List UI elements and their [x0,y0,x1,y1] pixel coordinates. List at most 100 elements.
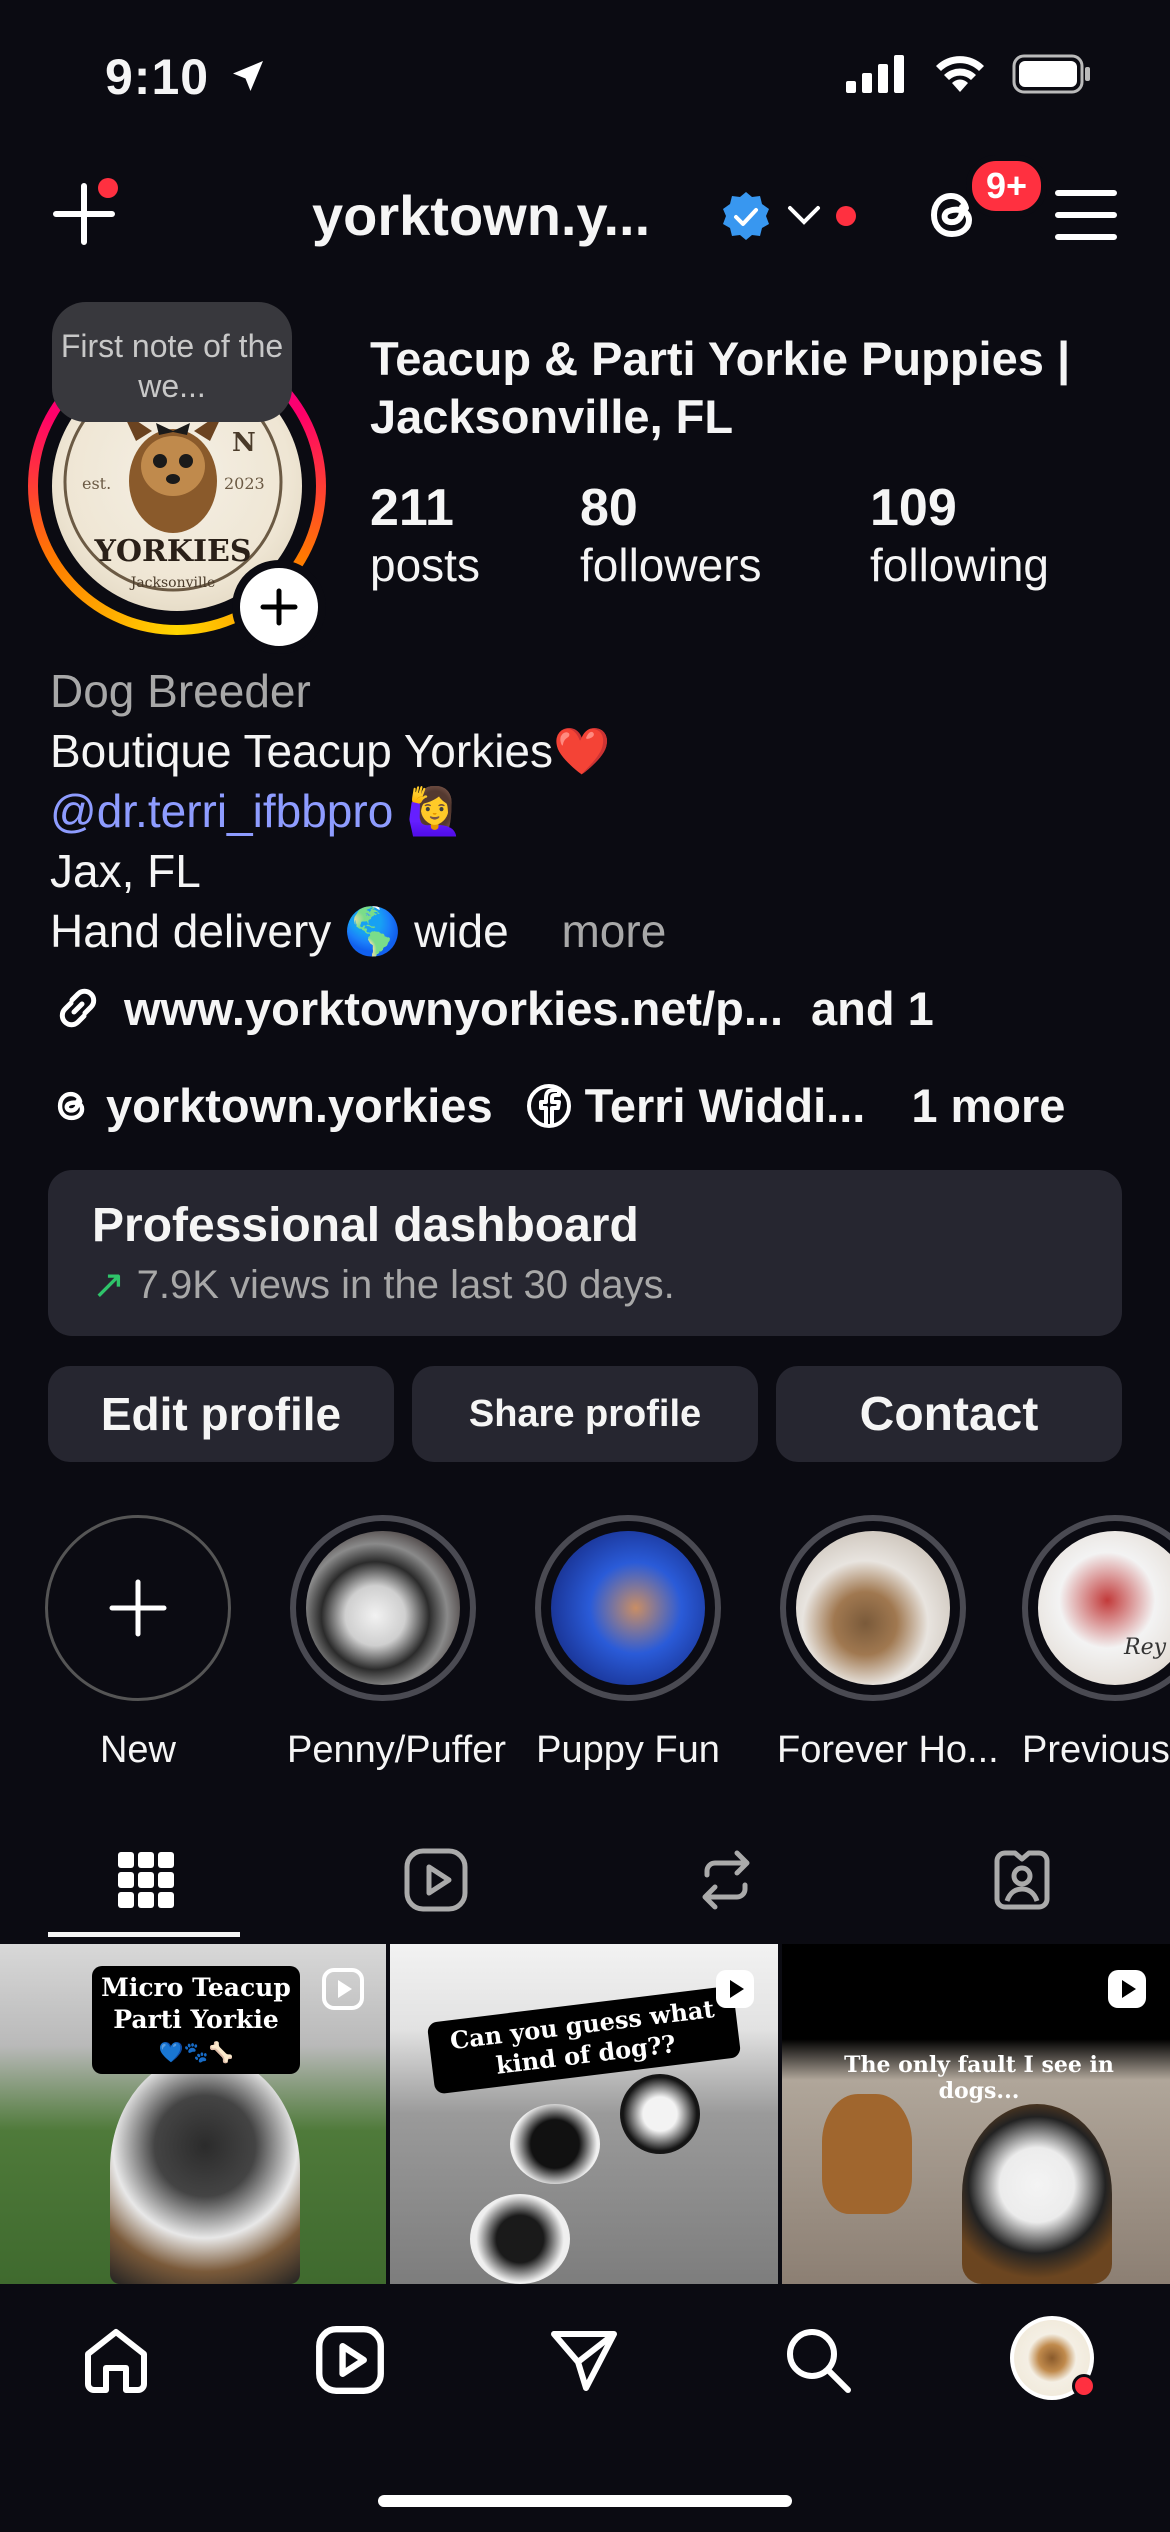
nav-messages[interactable] [544,2320,624,2400]
website-link-row[interactable]: www.yorktownyorkies.net/p... and 1 [50,980,934,1036]
svg-text:YORKIES: YORKIES [93,534,251,569]
highlight-label: Puppy Fun [536,1729,720,1771]
bio-line-4: Hand delivery 🌎 wide [50,905,509,957]
post-caption: The only fault I see in dogs... [844,2052,1114,2104]
post-thumbnail[interactable]: Micro Teacup Parti Yorkie 💙🐾🦴 [0,1944,386,2284]
location-arrow-icon [232,61,263,91]
reel-indicator-icon [716,1970,754,2008]
tab-reposts[interactable] [686,1840,766,1920]
highlight-thumbnail: Rey [1038,1531,1170,1685]
threads-link[interactable]: yorktown.yorkies [50,1078,493,1133]
battery-icon [1012,54,1090,94]
highlight-thumbnail [796,1531,950,1685]
highlight-circle [535,1515,721,1701]
display-name: Teacup & Parti Yorkie Puppies | Jacksonv… [370,332,1071,443]
home-indicator[interactable] [378,2495,792,2507]
social-more[interactable]: 1 more [911,1078,1065,1133]
cellular-signal-icon [846,55,904,93]
contact-button[interactable]: Contact [776,1366,1122,1462]
reel-indicator-icon [1108,1970,1146,2008]
puppy-photo [962,2104,1112,2284]
professional-dashboard[interactable]: Professional dashboard ↗ 7.9K views in t… [48,1170,1122,1336]
bio-line-3: Jax, FL [50,845,201,897]
nav-reels[interactable] [310,2320,390,2400]
stat-following[interactable]: 109 following [870,478,1049,592]
bio-mention-emoji: 🙋‍♀️ [406,785,464,837]
post-caption: Micro Teacup Parti Yorkie 💙🐾🦴 [92,1966,300,2074]
svg-text:N: N [232,428,256,458]
dashboard-subtitle: 7.9K views in the last 30 days. [136,1263,675,1307]
dashboard-title: Professional dashboard [92,1199,639,1252]
nav-profile[interactable] [1010,2316,1096,2400]
teddy-bear-photo [822,2094,912,2214]
bio-mention-line: @dr.terri_ifbbpro 🙋‍♀️ [50,784,463,839]
profile-notification-dot [1072,2374,1096,2398]
highlight-label: New [99,1729,177,1771]
nav-search[interactable] [778,2320,858,2400]
stat-posts-value: 211 [370,479,454,537]
threads-handle: yorktown.yorkies [106,1079,493,1132]
facebook-link[interactable]: Terri Widdi... [525,1078,866,1133]
stat-posts[interactable]: 211 posts [370,478,480,592]
bio-mention-link[interactable]: @dr.terri_ifbbpro [50,785,393,837]
highlight-new-circle [45,1515,231,1701]
highlight-label: Previous [1022,1729,1170,1771]
active-tab-indicator [48,1932,240,1937]
share-profile-button[interactable]: Share profile [412,1366,758,1462]
account-notification-dot [836,206,856,226]
grid-icon [118,1852,174,1908]
create-notification-dot [98,178,118,198]
highlight-new[interactable]: New [42,1515,234,1772]
stat-following-value: 109 [870,479,957,537]
post-thumbnail[interactable]: The only fault I see in dogs... [782,1944,1170,2284]
chevron-down-icon[interactable] [786,204,822,228]
add-story-button[interactable] [232,560,326,654]
bio-more-button[interactable]: more [561,905,666,957]
status-time: 9:10 [105,48,268,106]
website-and-more: and 1 [811,981,934,1035]
highlight-previous[interactable]: Rey Previous [1022,1515,1170,1772]
website-url: www.yorktownyorkies.net/p... [124,981,784,1035]
nav-home[interactable] [76,2320,156,2400]
post-caption-emoji: 💙🐾🦴 [158,2040,234,2064]
highlight-thumbnail [551,1531,705,1685]
highlight-forever-home[interactable]: Forever Ho... [777,1515,999,1772]
wifi-icon [936,56,984,92]
dog-photo [110,2054,300,2284]
highlight-circle: Rey [1022,1515,1170,1701]
highlight-penny-puffer[interactable]: Penny/Puffer [287,1515,507,1772]
highlight-thumbnail-text: Rey [1124,1635,1167,1660]
facebook-name: Terri Widdi... [584,1079,866,1132]
threads-icon [57,1091,85,1120]
account-switcher[interactable]: yorktown.y... [312,183,650,248]
menu-button[interactable] [1054,188,1118,247]
svg-text:Jacksonville: Jacksonville [129,575,216,591]
threads-badge: 9+ [966,155,1048,217]
tab-reels[interactable] [396,1840,476,1920]
highlight-circle [780,1515,966,1701]
tab-posts[interactable] [106,1840,186,1920]
post-thumbnail[interactable]: Can you guess what kind of dog?? [390,1944,778,2284]
bio-category: Dog Breeder [50,665,311,717]
highlight-puppy-fun[interactable]: Puppy Fun [532,1515,724,1772]
tab-tagged[interactable] [982,1840,1062,1920]
verified-badge-icon [723,192,769,240]
username: yorktown.y... [312,184,651,247]
profile-note-bubble[interactable]: First note of the we... [52,302,292,422]
edit-profile-button[interactable]: Edit profile [48,1366,394,1462]
stat-followers-label: followers [580,539,762,591]
link-icon [59,988,97,1028]
status-icons [846,54,1092,94]
puppy-photo [510,2104,600,2184]
stat-followers-value: 80 [580,479,638,537]
bio-line-1: Boutique Teacup Yorkies❤️ [50,725,611,777]
puppy-photo [620,2074,700,2154]
reels-icon [316,2326,384,2394]
plus-icon [260,588,298,626]
stat-followers[interactable]: 80 followers [580,478,762,592]
puppy-photo [470,2194,570,2284]
highlight-label: Penny/Puffer [287,1729,507,1771]
post-caption-text: Micro Teacup Parti Yorkie [101,1973,291,2034]
send-icon [551,2331,617,2391]
highlight-label: Forever Ho... [777,1729,999,1771]
